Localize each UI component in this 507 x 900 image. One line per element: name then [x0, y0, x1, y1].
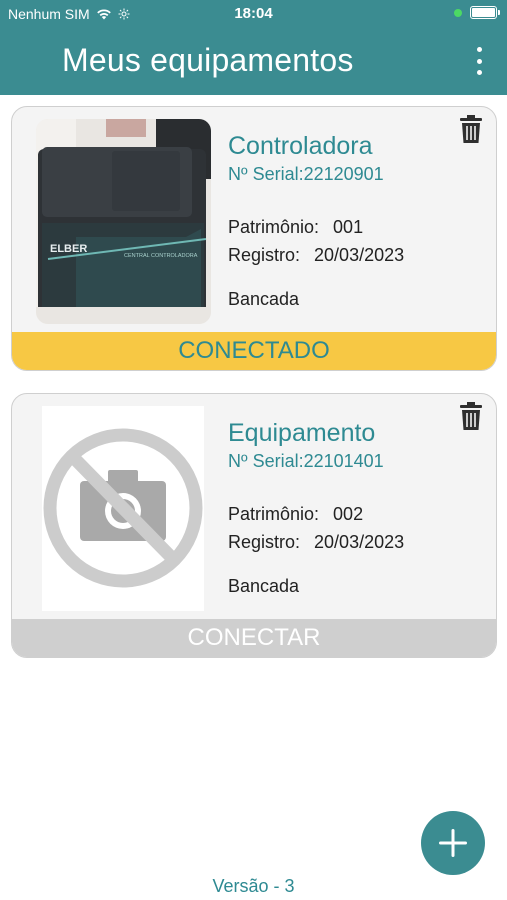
registro-value: 20/03/2023 — [314, 245, 405, 265]
device-serial: Nº Serial:22101401 — [228, 451, 384, 471]
device-name: Equipamento — [228, 419, 376, 447]
status-bar: Nenhum SIM 18:04 — [0, 0, 507, 28]
screen: Nenhum SIM 18:04 Meus equipamentos ELBER… — [0, 0, 507, 900]
patrimonio-row: Patrimônio: 002 — [228, 504, 363, 525]
device-card[interactable]: ELBER CENTRAL CONTROLADORA Controladora … — [11, 106, 497, 371]
app-header: Nenhum SIM 18:04 Meus equipamentos — [0, 0, 507, 95]
device-card[interactable]: Equipamento Nº Serial:22101401 Patrimôni… — [11, 393, 497, 658]
charging-indicator-icon — [454, 8, 462, 17]
registro-label: Registro: — [228, 245, 301, 265]
connect-button[interactable]: CONECTAR — [12, 619, 496, 657]
status-time: 18:04 — [234, 5, 273, 22]
registro-value: 20/03/2023 — [314, 532, 405, 552]
plus-icon — [439, 829, 467, 857]
patrimonio-row: Patrimônio: 001 — [228, 217, 363, 238]
device-location: Bancada — [228, 576, 300, 596]
trash-icon — [460, 115, 482, 143]
no-photo-icon — [42, 406, 204, 611]
trash-icon — [460, 402, 482, 430]
connection-status-button[interactable]: CONECTADO — [12, 332, 496, 370]
photo-model-text: CENTRAL CONTROLADORA — [124, 253, 198, 259]
device-location: Bancada — [228, 289, 300, 309]
status-right — [454, 6, 500, 19]
page-title: Meus equipamentos — [62, 42, 354, 78]
device-name: Controladora — [228, 132, 373, 160]
app-version: Versão - 3 — [212, 876, 295, 896]
battery-level — [472, 8, 495, 17]
battery-icon — [470, 6, 500, 19]
more-vertical-icon — [476, 47, 482, 52]
delete-device-button[interactable] — [460, 402, 482, 430]
registro-label: Registro: — [228, 532, 301, 552]
photo-brand-text: ELBER — [50, 243, 87, 255]
registro-row: Registro: 20/03/2023 — [228, 532, 404, 553]
patrimonio-value: 001 — [333, 217, 364, 237]
patrimonio-value: 002 — [333, 504, 364, 524]
more-options-button[interactable] — [469, 44, 489, 78]
delete-device-button[interactable] — [460, 115, 482, 143]
add-device-button[interactable] — [421, 811, 485, 875]
patrimonio-label: Patrimônio: — [228, 504, 320, 524]
device-serial: Nº Serial:22120901 — [228, 164, 384, 184]
registro-row: Registro: 20/03/2023 — [228, 245, 404, 266]
device-photo: ELBER CENTRAL CONTROLADORA — [36, 119, 211, 324]
patrimonio-label: Patrimônio: — [228, 217, 320, 237]
